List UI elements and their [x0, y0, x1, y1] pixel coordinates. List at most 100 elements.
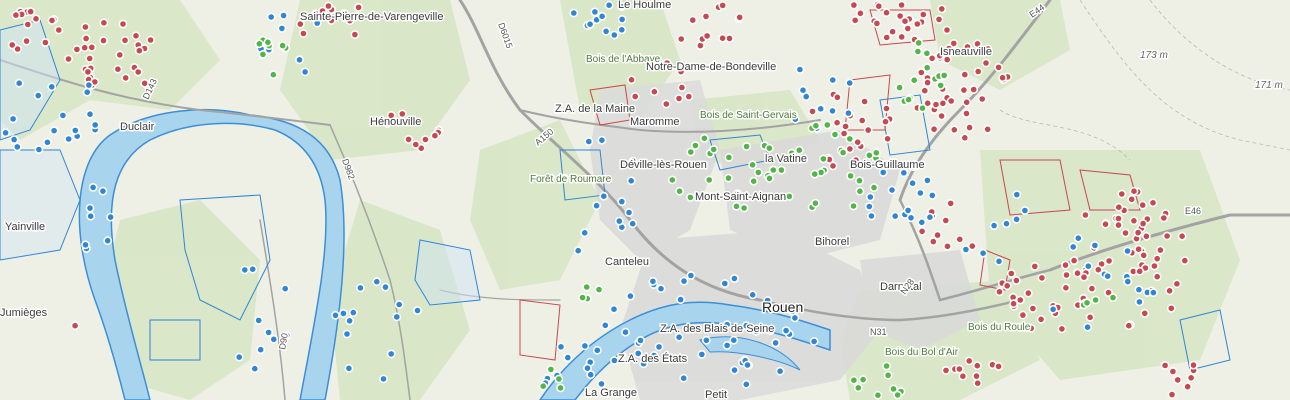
blue-marker[interactable] [697, 349, 707, 359]
red-marker[interactable] [134, 46, 144, 56]
green-marker[interactable] [871, 148, 881, 158]
blue-marker[interactable] [887, 185, 897, 195]
blue-marker[interactable] [64, 134, 74, 144]
red-marker[interactable] [420, 135, 430, 144]
red-marker[interactable] [959, 85, 969, 95]
blue-marker[interactable] [743, 360, 752, 370]
red-marker[interactable] [1165, 286, 1174, 296]
red-marker[interactable] [1139, 250, 1149, 260]
blue-marker[interactable] [864, 202, 874, 211]
red-marker[interactable] [983, 124, 993, 134]
red-marker[interactable] [718, 1, 728, 10]
red-marker[interactable] [918, 10, 928, 19]
red-marker[interactable] [1138, 219, 1148, 228]
red-marker[interactable] [1148, 198, 1158, 208]
red-marker[interactable] [7, 40, 17, 50]
blue-marker[interactable] [648, 276, 658, 286]
green-marker[interactable] [869, 183, 879, 192]
blue-marker[interactable] [679, 373, 689, 383]
red-marker[interactable] [946, 96, 956, 106]
red-marker[interactable] [960, 133, 970, 143]
blue-marker[interactable] [624, 208, 634, 217]
blue-marker[interactable] [345, 316, 354, 326]
green-marker[interactable] [819, 154, 828, 164]
red-marker[interactable] [688, 15, 698, 25]
blue-marker[interactable] [614, 216, 624, 226]
blue-marker[interactable] [729, 335, 739, 345]
red-marker[interactable] [882, 33, 892, 42]
red-marker[interactable] [955, 364, 964, 374]
blue-marker[interactable] [1090, 240, 1100, 250]
red-marker[interactable] [1189, 360, 1198, 370]
red-marker[interactable] [1150, 261, 1159, 271]
red-marker[interactable] [850, 15, 860, 25]
red-marker[interactable] [949, 125, 959, 135]
blue-marker[interactable] [85, 109, 95, 119]
green-marker[interactable] [914, 38, 924, 48]
green-marker[interactable] [849, 201, 858, 211]
red-marker[interactable] [972, 371, 981, 381]
red-marker[interactable] [874, 1, 884, 11]
red-marker[interactable] [1129, 216, 1139, 226]
green-marker[interactable] [822, 120, 832, 130]
red-marker[interactable] [972, 361, 982, 371]
green-marker[interactable] [855, 176, 864, 186]
red-marker[interactable] [1101, 219, 1110, 229]
green-marker[interactable] [742, 142, 751, 151]
green-marker[interactable] [922, 63, 932, 73]
blue-marker[interactable] [585, 19, 595, 29]
red-marker[interactable] [674, 94, 684, 103]
blue-marker[interactable] [781, 326, 791, 335]
red-marker[interactable] [969, 85, 979, 94]
green-marker[interactable] [811, 121, 821, 131]
blue-marker[interactable] [599, 191, 609, 201]
blue-marker[interactable] [86, 211, 96, 221]
green-marker[interactable] [578, 293, 587, 302]
red-marker[interactable] [964, 356, 974, 366]
red-marker[interactable] [650, 87, 659, 97]
blue-marker[interactable] [43, 137, 52, 147]
blue-marker[interactable] [795, 65, 805, 74]
red-marker[interactable] [882, 104, 891, 113]
green-marker[interactable] [724, 173, 733, 183]
blue-marker[interactable] [720, 279, 730, 288]
green-marker[interactable] [909, 75, 919, 85]
green-marker[interactable] [883, 370, 893, 380]
red-marker[interactable] [965, 123, 974, 132]
blue-marker[interactable] [248, 264, 258, 274]
blue-marker[interactable] [344, 363, 354, 373]
red-marker[interactable] [1167, 390, 1177, 399]
blue-marker[interactable] [923, 175, 932, 185]
blue-marker[interactable] [790, 313, 800, 323]
red-marker[interactable] [849, 0, 859, 10]
red-marker[interactable] [900, 16, 910, 26]
blue-marker[interactable] [413, 306, 422, 315]
blue-marker[interactable] [103, 236, 113, 246]
red-marker[interactable] [87, 42, 97, 52]
green-marker[interactable] [1108, 293, 1118, 302]
blue-marker[interactable] [867, 211, 876, 221]
blue-marker[interactable] [775, 366, 785, 376]
blue-marker[interactable] [1002, 219, 1011, 229]
blue-marker[interactable] [277, 23, 287, 33]
red-marker[interactable] [1069, 256, 1079, 265]
green-marker[interactable] [765, 173, 774, 183]
green-marker[interactable] [686, 147, 696, 157]
red-marker[interactable] [1002, 281, 1012, 291]
red-marker[interactable] [1186, 373, 1196, 383]
red-marker[interactable] [808, 107, 817, 116]
green-marker[interactable] [268, 70, 278, 80]
red-marker[interactable] [47, 15, 57, 25]
red-marker[interactable] [994, 63, 1003, 72]
blue-marker[interactable] [254, 315, 264, 325]
red-marker[interactable] [133, 67, 143, 77]
blue-marker[interactable] [927, 190, 937, 200]
blue-marker[interactable] [379, 374, 388, 384]
blue-marker[interactable] [1073, 233, 1083, 243]
green-marker[interactable] [556, 383, 565, 393]
red-marker[interactable] [1180, 256, 1190, 265]
red-marker[interactable] [872, 18, 882, 28]
red-marker[interactable] [1062, 270, 1071, 280]
red-marker[interactable] [1138, 200, 1148, 210]
red-marker[interactable] [1061, 260, 1070, 270]
